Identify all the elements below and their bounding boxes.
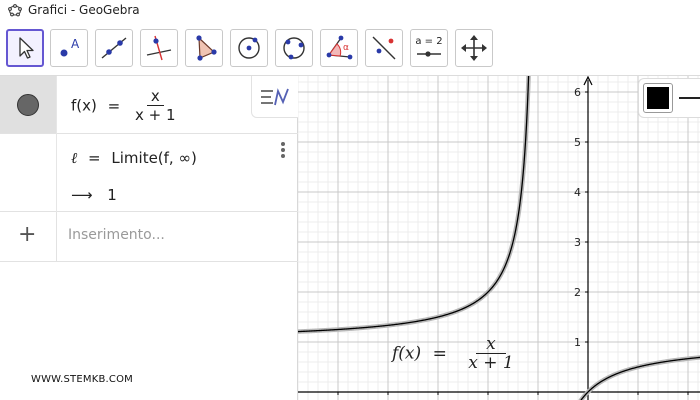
- function-curve-right-branch[interactable]: [578, 356, 700, 400]
- cursor-arrow-icon: [19, 37, 34, 59]
- watermark-text: WWW.STEMKB.COM: [31, 374, 133, 385]
- fraction-denominator: x + 1: [135, 106, 176, 124]
- point-icon: A: [60, 37, 80, 57]
- color-picker-button[interactable]: [643, 83, 673, 113]
- line-style-button[interactable]: [679, 97, 700, 99]
- visibility-toggle-icon[interactable]: [17, 94, 39, 116]
- tool-slider-button[interactable]: a = 2: [410, 29, 448, 67]
- geogebra-app-icon: [8, 4, 22, 17]
- y-axis-tick-label: 3: [574, 236, 581, 249]
- limit-command: Limite(f, ∞): [111, 149, 197, 167]
- limit-output: ⟶ 1: [71, 186, 117, 204]
- perpendicular-line-icon: [146, 35, 172, 61]
- move-graphics-view-icon: [461, 35, 487, 61]
- point-tool-letter: A: [71, 37, 80, 51]
- algebra-view: f(x) = x x + 1 ℓ = Limite(f, ∞) ⟶ 1 + In…: [0, 76, 298, 400]
- function-curve-left-branch-halo: [298, 76, 531, 334]
- function-label-numerator: x: [476, 336, 506, 354]
- y-axis-tick-label: 5: [574, 136, 581, 149]
- input-divider: [56, 212, 57, 262]
- polygon-icon: [196, 35, 217, 61]
- tool-perpendicular-button[interactable]: [140, 29, 178, 67]
- algebra-item-marker: [0, 76, 57, 133]
- function-name: f(x): [71, 96, 97, 115]
- tool-move-view-button[interactable]: [455, 29, 493, 67]
- tool-point-button[interactable]: A: [50, 29, 88, 67]
- circle-center-point-icon: [238, 37, 260, 59]
- y-axis-tick-label: 4: [574, 186, 581, 199]
- window-title: Grafici - GeoGebra: [28, 3, 140, 17]
- algebra-input-field[interactable]: Inserimento...: [68, 227, 165, 243]
- tool-circle-center-button[interactable]: [230, 29, 268, 67]
- output-arrow-icon: ⟶: [71, 186, 93, 204]
- tool-reflect-button[interactable]: [365, 29, 403, 67]
- function-definition: f(x) = x x + 1: [71, 88, 180, 124]
- fraction: x x + 1: [131, 88, 180, 124]
- tool-line-button[interactable]: [95, 29, 133, 67]
- tool-angle-button[interactable]: α: [320, 29, 358, 67]
- function-label-denominator: x + 1: [468, 353, 514, 373]
- y-axis-tick-label: 6: [574, 86, 581, 99]
- marker-column-divider: [56, 76, 57, 212]
- circle-three-points-icon: [283, 37, 305, 60]
- algebra-style-toggle-button[interactable]: [251, 76, 298, 118]
- angle-icon: α: [326, 35, 353, 60]
- reflect-line-icon: [372, 36, 396, 60]
- angle-tool-letter: α: [343, 43, 349, 53]
- graphics-style-bar: [638, 78, 700, 118]
- function-curve-right-branch-halo: [578, 355, 700, 400]
- function-label-equals: =: [432, 343, 447, 364]
- line-through-points-icon: [101, 37, 127, 59]
- fraction-numerator: x: [146, 88, 164, 106]
- y-axis-tick-label: 2: [574, 286, 581, 299]
- algebra-item-limit[interactable]: ℓ = Limite(f, ∞) ⟶ 1: [0, 134, 298, 212]
- algebra-description-icon: [261, 87, 289, 105]
- function-curve-left-branch[interactable]: [298, 76, 530, 333]
- equals-sign: =: [107, 96, 121, 115]
- tool-move-button[interactable]: [6, 29, 44, 67]
- add-item-icon[interactable]: +: [18, 224, 36, 246]
- color-swatch-black: [647, 87, 669, 109]
- more-options-icon[interactable]: [278, 140, 288, 160]
- function-label-name: f(x): [392, 343, 422, 364]
- tool-polygon-button[interactable]: [185, 29, 223, 67]
- slider-tool-label: a = 2: [415, 36, 443, 47]
- toolbar: A α a = 2: [0, 20, 700, 76]
- tool-circle-three-points-button[interactable]: [275, 29, 313, 67]
- limit-result: 1: [107, 186, 117, 204]
- limit-definition: ℓ = Limite(f, ∞): [71, 149, 197, 168]
- y-axis-tick-label: 1: [574, 336, 581, 349]
- window-title-bar: Grafici - GeoGebra: [0, 0, 700, 20]
- equals-sign: =: [88, 149, 101, 167]
- function-label-fraction: x x + 1: [464, 336, 517, 372]
- function-label[interactable]: f(x) = x x + 1: [392, 336, 518, 372]
- algebra-input-row[interactable]: + Inserimento...: [0, 212, 298, 262]
- limit-variable: ℓ: [71, 149, 78, 167]
- graphics-view[interactable]: 1 2 3 4 5 6 f(x) = x x + 1: [298, 76, 700, 400]
